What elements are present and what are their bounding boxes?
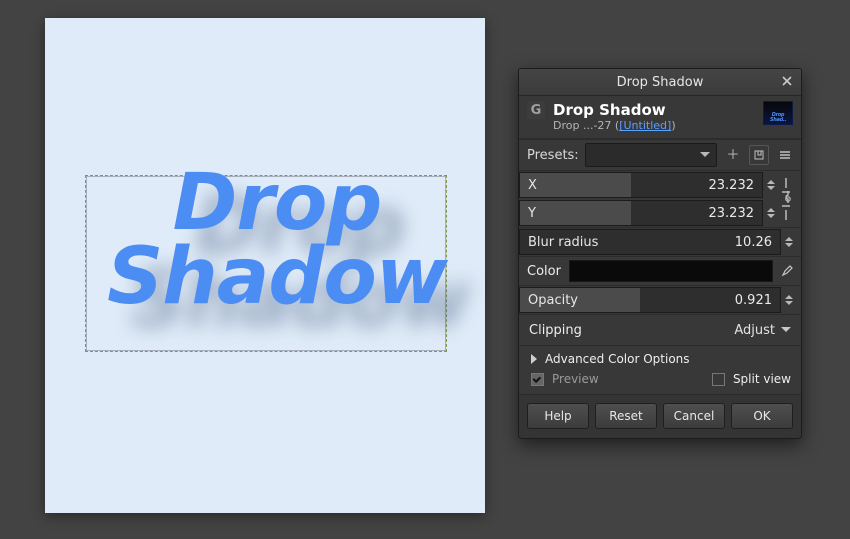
drawable-link[interactable]: [Untitled] xyxy=(619,119,671,132)
preview-checkbox[interactable] xyxy=(531,373,544,386)
ok-button[interactable]: OK xyxy=(731,403,793,429)
window-title: Drop Shadow xyxy=(617,75,704,90)
dialog-subtitle: Drop ...-27 ([Untitled]) xyxy=(553,119,755,132)
close-icon[interactable] xyxy=(779,73,795,89)
opacity-label: Opacity xyxy=(528,293,578,308)
x-stepper[interactable] xyxy=(765,173,777,197)
x-slider[interactable]: X 23.232 xyxy=(519,172,763,198)
advanced-options-row[interactable]: Advanced Color Options xyxy=(519,345,801,370)
x-row: X 23.232 xyxy=(519,170,801,199)
dialog-header: G Drop Shadow Drop ...-27 ([Untitled]) D… xyxy=(519,96,801,139)
eyedropper-icon[interactable] xyxy=(777,261,797,281)
y-stepper[interactable] xyxy=(765,201,777,225)
titlebar[interactable]: Drop Shadow xyxy=(519,69,801,96)
reset-button[interactable]: Reset xyxy=(595,403,657,429)
blur-slider[interactable]: Blur radius 10.26 xyxy=(519,229,781,255)
arrow-down-icon[interactable] xyxy=(785,301,793,309)
preview-thumbnail: DropShad.. xyxy=(763,101,793,125)
blur-label: Blur radius xyxy=(528,235,598,250)
presets-label: Presets: xyxy=(527,148,579,163)
clipping-row[interactable]: Clipping Adjust xyxy=(519,314,801,345)
opacity-stepper[interactable] xyxy=(783,288,795,312)
blur-row: Blur radius 10.26 xyxy=(519,227,801,256)
presets-row: Presets: ＋ xyxy=(519,139,801,170)
opacity-value: 0.921 xyxy=(735,293,772,308)
arrow-down-icon[interactable] xyxy=(767,186,775,194)
y-row: Y 23.232 xyxy=(519,199,801,227)
opacity-row: Opacity 0.921 xyxy=(519,285,801,314)
canvas: Drop Shadow Drop Shadow xyxy=(45,18,485,513)
arrow-up-icon[interactable] xyxy=(767,204,775,212)
y-value: 23.232 xyxy=(709,206,755,221)
gegl-icon: G xyxy=(527,101,545,119)
clipping-label: Clipping xyxy=(529,323,582,338)
add-preset-icon[interactable]: ＋ xyxy=(723,145,743,165)
opacity-slider[interactable]: Opacity 0.921 xyxy=(519,287,781,313)
color-label: Color xyxy=(527,264,561,279)
drop-shadow-dialog: Drop Shadow G Drop Shadow Drop ...-27 ([… xyxy=(518,68,802,439)
x-label: X xyxy=(528,178,537,193)
save-preset-icon[interactable] xyxy=(749,145,769,165)
disclosure-right-icon[interactable] xyxy=(531,354,537,364)
manage-presets-icon[interactable] xyxy=(775,145,795,165)
arrow-up-icon[interactable] xyxy=(785,291,793,299)
splitview-label: Split view xyxy=(733,372,791,386)
preview-row: Preview Split view xyxy=(519,370,801,394)
dialog-title: Drop Shadow xyxy=(553,101,755,119)
blur-stepper[interactable] xyxy=(783,230,795,254)
arrow-down-icon[interactable] xyxy=(767,214,775,222)
help-button[interactable]: Help xyxy=(527,403,589,429)
color-swatch[interactable] xyxy=(569,260,773,282)
chain-link-icon[interactable] xyxy=(779,189,797,209)
advanced-label: Advanced Color Options xyxy=(545,352,690,366)
arrow-up-icon[interactable] xyxy=(767,176,775,184)
presets-dropdown[interactable] xyxy=(585,143,717,167)
arrow-up-icon[interactable] xyxy=(785,233,793,241)
arrow-down-icon[interactable] xyxy=(785,243,793,251)
color-row: Color xyxy=(519,256,801,285)
canvas-text-line2: Shadow xyxy=(107,232,447,322)
blur-value: 10.26 xyxy=(735,235,772,250)
preview-label: Preview xyxy=(552,372,599,386)
clipping-value: Adjust xyxy=(734,323,775,338)
splitview-checkbox[interactable] xyxy=(712,373,725,386)
cancel-button[interactable]: Cancel xyxy=(663,403,725,429)
y-slider[interactable]: Y 23.232 xyxy=(519,200,763,226)
chevron-down-icon[interactable] xyxy=(781,327,791,337)
dialog-buttons: Help Reset Cancel OK xyxy=(519,394,801,438)
x-value: 23.232 xyxy=(709,178,755,193)
y-label: Y xyxy=(528,206,536,221)
